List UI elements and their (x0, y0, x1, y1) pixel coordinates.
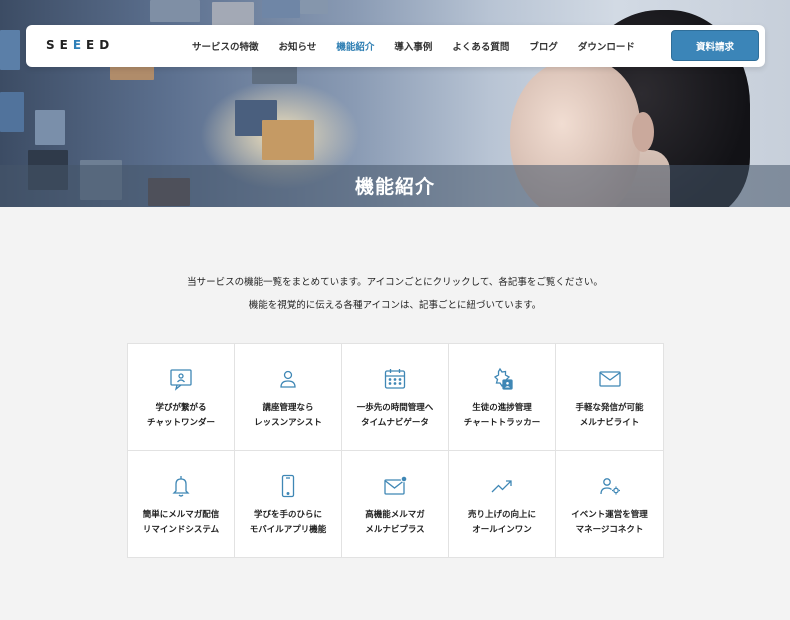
feature-tagline: 講座管理なら (262, 403, 314, 413)
nav-item[interactable]: ブログ (529, 39, 558, 53)
nav-item[interactable]: お知らせ (279, 39, 317, 53)
user-icon (235, 366, 341, 392)
feature-name: リマインドシステム (142, 524, 220, 535)
hero-photo-tile (0, 30, 20, 70)
feature-name: マネージコネクト (575, 524, 644, 535)
hero-woman-ear (632, 112, 654, 152)
feature-tagline: 簡単にメルマガ配信 (142, 509, 220, 520)
hero-photo-tile (0, 92, 24, 132)
site-logo[interactable]: SEEED (46, 38, 114, 52)
feature-name: チャートトラッカー (463, 418, 541, 428)
feature-card[interactable]: 一歩先の時間管理へ タイムナビゲータ (342, 344, 449, 451)
page-title: 機能紹介 (354, 176, 435, 198)
feature-tagline: 一歩先の時間管理へ (356, 403, 434, 413)
hero-photo-tile (252, 66, 297, 84)
feature-card[interactable]: 高機能メルマガ メルナビプラス (342, 450, 449, 557)
feature-card[interactable]: 売り上げの向上に オールインワン (449, 450, 556, 557)
feature-card[interactable]: 生徒の進捗管理 チャートトラッカー (449, 344, 556, 451)
hero-photo-tile (212, 2, 254, 26)
feature-tagline: 売り上げの向上に (467, 509, 536, 520)
feature-card[interactable]: 簡単にメルマガ配信 リマインドシステム (128, 450, 235, 557)
feature-tagline: イベント運営を管理 (571, 509, 648, 520)
mail-icon (556, 366, 663, 392)
nav-item[interactable]: サービスの特徴 (192, 39, 259, 53)
feature-tagline: 手軽な発信が可能 (575, 403, 644, 413)
mail-notification-icon (342, 473, 448, 499)
user-settings-icon (556, 473, 663, 499)
nav-item[interactable]: よくある質問 (452, 39, 509, 53)
feature-name: モバイルアプリ機能 (249, 524, 327, 535)
nav-item[interactable]: 導入事例 (394, 39, 432, 53)
site-header: SEEED サービスの特徴 お知らせ 機能紹介 導入事例 よくある質問 ブログ ダウンロード… (26, 25, 765, 67)
hero-photo-tile (150, 0, 200, 22)
trending-up-icon (449, 473, 555, 499)
hero-photo-tile (300, 0, 328, 14)
feature-grid: 学びが繋がる チャットワンダー 講座管理なら レッスンアシスト 一歩先の時間管理へ タイム… (127, 343, 664, 558)
intro-text-line-2: 機能を視覚的に伝える各種アイコンは、記事ごとに紐づいています。 (248, 300, 542, 311)
bell-icon (128, 473, 234, 499)
hero-photo-tile (262, 120, 314, 160)
nav-item[interactable]: 機能紹介 (336, 39, 374, 53)
feature-name: メルナビプラス (365, 524, 425, 535)
feature-name: オールインワン (472, 524, 532, 535)
intro-text-line-1: 当サービスの機能一覧をまとめています。アイコンごとにクリックして、各記事をご覧く… (187, 277, 603, 288)
feature-tagline: 生徒の進捗管理 (472, 403, 532, 413)
feature-card[interactable]: 講座管理なら レッスンアシスト (235, 344, 342, 451)
feature-name: チャットワンダー (147, 418, 215, 428)
feature-tagline: 学びが繋がる (155, 403, 207, 413)
feature-name: メルナビライト (579, 418, 640, 428)
nav-item[interactable]: ダウンロード (578, 39, 635, 53)
feature-card[interactable]: 学びを手のひらに モバイルアプリ機能 (235, 450, 342, 557)
progress-badge-icon (449, 366, 555, 392)
feature-card[interactable]: 手軽な発信が可能 メルナビライト (556, 344, 663, 451)
hero-photo-tile (262, 0, 300, 18)
feature-card[interactable]: イベント運営を管理 マネージコネクト (556, 451, 663, 558)
smartphone-icon (235, 473, 341, 499)
feature-card[interactable]: 学びが繋がる チャットワンダー (128, 344, 235, 451)
chat-user-icon (128, 366, 234, 392)
feature-tagline: 高機能メルマガ (365, 509, 425, 520)
feature-tagline: 学びを手のひらに (253, 509, 322, 520)
hero-photo-tile (35, 110, 65, 145)
feature-name: レッスンアシスト (254, 418, 322, 428)
calendar-icon (342, 366, 448, 392)
request-documents-button[interactable]: 資料請求 (671, 30, 759, 61)
main-nav: サービスの特徴 お知らせ 機能紹介 導入事例 よくある質問 ブログ ダウンロード (192, 39, 655, 53)
feature-name: タイムナビゲータ (361, 418, 429, 428)
